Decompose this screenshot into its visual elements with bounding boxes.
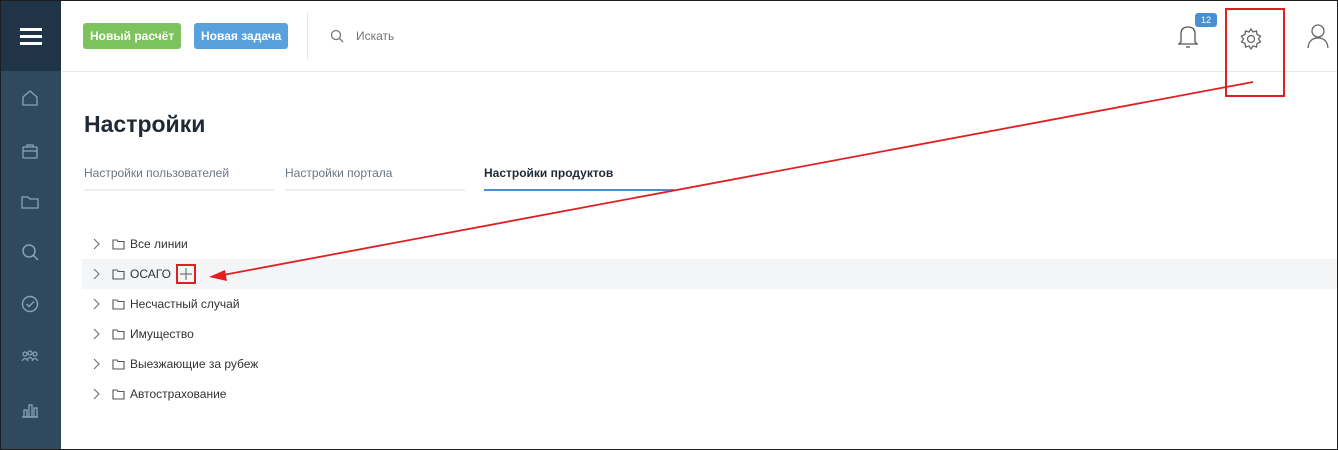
tab-user-settings[interactable]: Настройки пользователей [84, 166, 229, 180]
folder-icon [112, 268, 126, 280]
search-icon[interactable] [19, 241, 41, 263]
folder-icon [112, 358, 126, 370]
tree-item-travel[interactable]: Выезжающие за рубеж [82, 349, 1337, 379]
page-title: Настройки [84, 111, 206, 137]
tree-item-label: ОСАГО [130, 267, 171, 281]
tree-item-auto[interactable]: Автострахование [82, 379, 1337, 409]
home-icon[interactable] [19, 87, 41, 109]
folder-icon[interactable] [19, 191, 41, 213]
chevron-right-icon[interactable] [90, 268, 104, 280]
tree-item-osago[interactable]: ОСАГО [82, 259, 1337, 289]
check-circle-icon[interactable] [19, 293, 41, 315]
people-icon[interactable] [19, 345, 41, 367]
top-bar: Новый расчёт Новая задача 12 [62, 1, 1337, 72]
tab-underline-active [484, 189, 674, 191]
folder-icon [112, 238, 126, 250]
search-box[interactable] [330, 23, 630, 49]
tree-item-label: Имущество [130, 327, 194, 341]
folder-icon [112, 328, 126, 340]
main-area: Новый расчёт Новая задача 12 Настройки [62, 1, 1337, 449]
tree-item-label: Автострахование [130, 387, 227, 401]
tree-item-property[interactable]: Имущество [82, 319, 1337, 349]
chevron-right-icon[interactable] [90, 328, 104, 340]
folder-icon [112, 388, 126, 400]
search-icon [330, 29, 344, 43]
tab-underline [285, 189, 465, 191]
new-task-button[interactable]: Новая задача [194, 23, 289, 49]
user-icon[interactable] [1307, 23, 1329, 49]
folder-icon [112, 298, 126, 310]
tree-item-label: Несчастный случай [130, 297, 240, 311]
menu-button[interactable] [1, 1, 61, 71]
app-window: Новый расчёт Новая задача 12 Настройки [0, 0, 1338, 450]
bar-chart-icon[interactable] [19, 399, 41, 421]
hamburger-icon [20, 28, 42, 45]
notification-badge: 12 [1195, 13, 1217, 27]
chevron-right-icon[interactable] [90, 358, 104, 370]
divider [307, 13, 308, 59]
new-calculation-button[interactable]: Новый расчёт [83, 23, 182, 49]
tree-item-accident[interactable]: Несчастный случай [82, 289, 1337, 319]
search-input[interactable] [354, 28, 618, 44]
chevron-right-icon[interactable] [90, 238, 104, 250]
chevron-right-icon[interactable] [90, 388, 104, 400]
annotation-highlight-box [1225, 8, 1285, 97]
sidebar [1, 1, 61, 449]
tree-item-label: Все линии [130, 237, 188, 251]
tree-item-label: Выезжающие за рубеж [130, 357, 259, 371]
tab-underline [84, 189, 274, 191]
tab-portal-settings[interactable]: Настройки портала [285, 166, 392, 180]
chevron-right-icon[interactable] [90, 298, 104, 310]
add-button[interactable] [175, 264, 196, 284]
briefcase-icon[interactable] [19, 140, 41, 162]
product-tree: Все линии ОСАГО Несчастный случай Имущес… [82, 229, 1337, 409]
tab-product-settings[interactable]: Настройки продуктов [484, 166, 613, 180]
tree-item-all-lines[interactable]: Все линии [82, 229, 1337, 259]
plus-icon [179, 268, 192, 280]
